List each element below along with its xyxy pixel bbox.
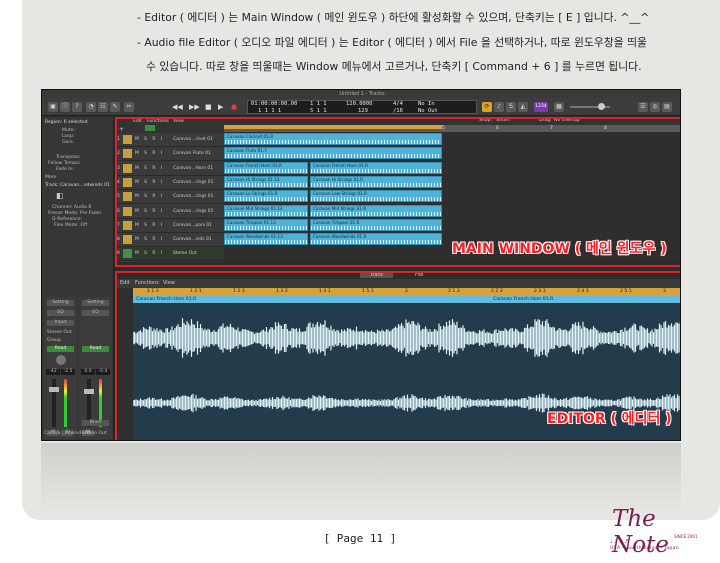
logo-notes: ♩ ♪ ♫ ♬ [610, 539, 630, 545]
strip2-fader[interactable] [84, 389, 94, 394]
intro-line-3: 수 있습니다. 따로 창을 띄울때는 Window 메뉴에서 고르거나, 단축키… [146, 60, 642, 73]
forward-button[interactable]: ▶▶ [189, 101, 200, 113]
channel-strip-1: Setting EQ Input Stereo Out Group Read -… [44, 297, 77, 439]
lcd-division: /16 [393, 108, 403, 114]
strip1-peak: -2.5 [61, 369, 75, 375]
cpu-badge: 1234 [534, 102, 548, 112]
inspector-follow-tempo: Follow Tempo: [48, 161, 81, 166]
help-icon[interactable]: ? [72, 102, 82, 112]
record-button[interactable]: ● [231, 101, 237, 113]
logo-since: SINCE 2001 [674, 534, 698, 539]
lcd-in: No In [418, 101, 435, 107]
lcd-beat: 5 1 1 [310, 108, 327, 114]
mixer-icon[interactable]: ☷ [98, 102, 108, 112]
inspector-loop: Loop: [62, 134, 75, 139]
play-button[interactable]: ▶ [218, 101, 223, 113]
lcd-time: 01:00:00:00.00 [251, 101, 298, 107]
inspector-flex-mode: Flex Mode: Off [54, 223, 88, 228]
scissors-icon[interactable]: ✂ [124, 102, 134, 112]
strip1-input[interactable]: Input [47, 320, 74, 326]
inspector-channel: Channel: Audio 8 [52, 205, 92, 210]
editors-icon[interactable]: ✎ [110, 102, 120, 112]
strip1-output[interactable]: Stereo Out [47, 330, 72, 335]
strip2-automation[interactable]: Read [82, 346, 109, 352]
strip1-vol: -42 [46, 369, 60, 375]
lcd-sub-time: 1 1 1 1 [258, 108, 282, 114]
lcd-out: No Out [418, 108, 438, 114]
editor-label: EDITOR ( 에디터 ) [547, 411, 672, 427]
master-volume-knob[interactable] [598, 103, 605, 110]
lcd-signature: 4/4 [393, 101, 403, 107]
strip1-group[interactable]: Group [47, 338, 61, 343]
logic-pro-screenshot: Untitled 1 - Tracks ▣ ⓘ ? ◔ ☷ ✎ ✂ ◀◀ ▶▶ … [41, 89, 681, 441]
cycle-icon[interactable]: ⟳ [482, 102, 492, 112]
screenshot-reflection [41, 443, 681, 513]
intro-line-1: - Editor ( 에디터 ) 는 Main Window ( 메인 윈도우 … [137, 11, 650, 24]
instrument-icon: ◧ [56, 191, 64, 200]
library-icon[interactable]: ▣ [48, 102, 58, 112]
inspector-more[interactable]: More [45, 175, 56, 180]
strip1-eq[interactable]: EQ [47, 310, 74, 316]
grid-icon[interactable]: ▦ [554, 102, 564, 112]
strip1-setting[interactable]: Setting [47, 300, 74, 306]
loops-icon[interactable]: ◎ [650, 102, 660, 112]
browser-icon[interactable]: ▤ [662, 102, 672, 112]
strip1-meter [64, 379, 67, 427]
tuner-icon[interactable]: ♪ [494, 102, 504, 112]
lcd-tempo: 120.0000 [346, 101, 373, 107]
window-title: Untitled 1 - Tracks [42, 90, 680, 98]
strip2-setting[interactable]: Setting [82, 300, 109, 306]
inspector-q-reference: Q-Reference: [52, 217, 83, 222]
logo-countries: USA • South Korea • Japan [610, 546, 679, 551]
stop-button[interactable]: ■ [205, 101, 212, 113]
inspector-transpose: Transpose: [56, 155, 81, 160]
strip1-pan-knob[interactable] [56, 355, 66, 365]
strip2-name: Stereo Out [82, 431, 107, 436]
strip1-fader[interactable] [49, 387, 59, 392]
rewind-button[interactable]: ◀◀ [172, 101, 183, 113]
inspector-gain: Gain: [62, 140, 75, 145]
notepad-icon[interactable]: ☰ [638, 102, 648, 112]
inspector-freeze-mode: Freeze Mode: Pre Fader [48, 211, 102, 216]
control-bar: ▣ ⓘ ? ◔ ☷ ✎ ✂ ◀◀ ▶▶ ■ ▶ ● 01:00:00:00.00… [42, 98, 680, 116]
metronome-icon[interactable]: ◭ [518, 102, 528, 112]
intro-line-2: - Audio file Editor ( 오디오 파일 에디터 ) 는 Edi… [137, 36, 647, 49]
strip2-peak: -0.4 [96, 369, 110, 375]
strip1-automation[interactable]: Read [47, 346, 74, 352]
inspector-track-label: Track: Caravan...ndwinds 01 [45, 183, 110, 188]
lcd-display: 01:00:00:00.00 1 1 1 1 1 1 1 5 1 1 120.0… [247, 100, 477, 114]
inspector-fade-in: Fade In: [56, 167, 75, 172]
inspector-panel: Region: 6 selected Mute: Loop: Gain: Tra… [42, 117, 114, 440]
strip2-eq[interactable]: EQ [82, 310, 109, 316]
strip2-vol: 0.0 [81, 369, 95, 375]
inspector-region-label: Region: 6 selected [45, 120, 88, 125]
solo-icon[interactable]: S [506, 102, 516, 112]
strip2-bounce[interactable]: Bnce [82, 420, 109, 426]
main-window-label: MAIN WINDOW ( 메인 윈도우 ) [452, 241, 667, 257]
smart-controls-icon[interactable]: ◔ [86, 102, 96, 112]
info-icon[interactable]: ⓘ [60, 102, 70, 112]
lcd-bar: 1 1 1 [310, 101, 327, 107]
inspector-mute: Mute: [62, 128, 76, 133]
lcd-tempo-keep: 129 [358, 108, 368, 114]
channel-strip-2: Setting EQ Read 0.0 -0.4 Bnce M [79, 297, 112, 439]
the-note-logo: The Note SINCE 2001 ♩ ♪ ♫ ♬ USA • South … [606, 504, 716, 562]
